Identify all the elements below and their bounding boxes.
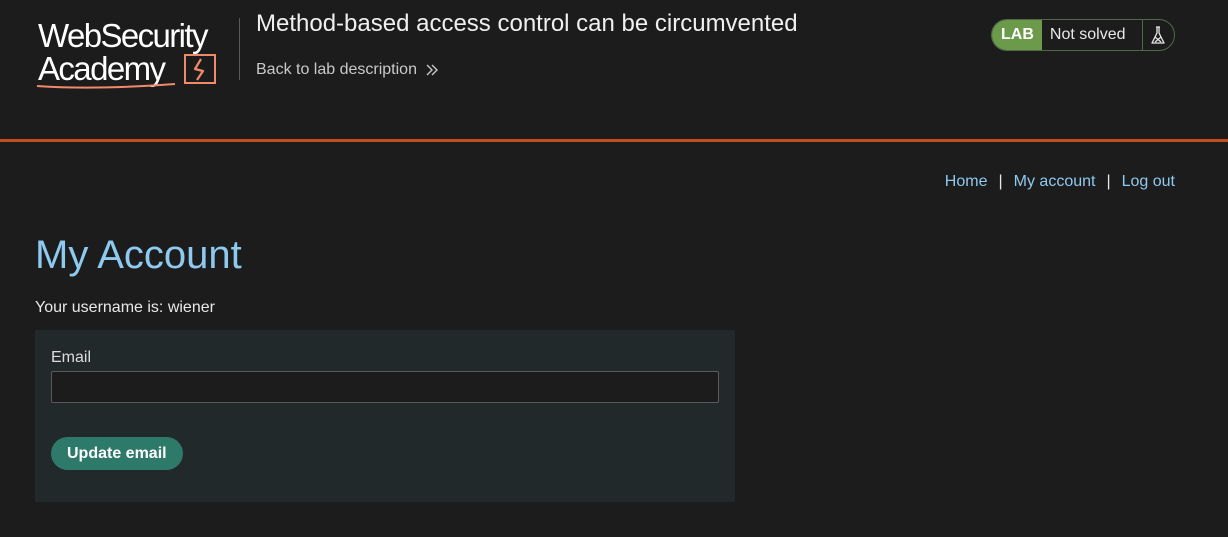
logo-line2: Academy [38, 50, 166, 87]
username-text: Your username is: wiener [35, 299, 215, 316]
back-to-lab-description-link[interactable]: Back to lab description [256, 61, 439, 79]
lab-status-text: Not solved [1042, 20, 1143, 50]
lab-badge: LAB [992, 20, 1042, 50]
logo-divider [239, 18, 240, 80]
web-security-academy-logo[interactable]: WebSecurity Academy [35, 17, 240, 89]
flask-icon [1143, 20, 1174, 50]
nav-my-account-link[interactable]: My account [1014, 173, 1096, 191]
nav-home-link[interactable]: Home [945, 173, 988, 191]
lab-header: WebSecurity Academy Method-based access … [0, 0, 1228, 142]
top-navigation: Home | My account | Log out [945, 173, 1175, 191]
nav-separator: | [1106, 173, 1111, 190]
update-email-button[interactable]: Update email [51, 437, 183, 470]
email-field[interactable] [51, 371, 719, 403]
nav-separator: | [998, 173, 1003, 190]
email-label: Email [51, 349, 92, 366]
back-link-label: Back to lab description [256, 61, 417, 78]
lab-title: Method-based access control can be circu… [256, 10, 798, 37]
double-chevron-right-icon [426, 64, 438, 76]
nav-log-out-link[interactable]: Log out [1122, 173, 1175, 191]
page-title: My Account [35, 233, 242, 277]
change-email-form: Email Update email [35, 330, 735, 502]
logo-line1: WebSecurity [38, 17, 209, 54]
lab-status-widget: LAB Not solved [991, 19, 1175, 51]
